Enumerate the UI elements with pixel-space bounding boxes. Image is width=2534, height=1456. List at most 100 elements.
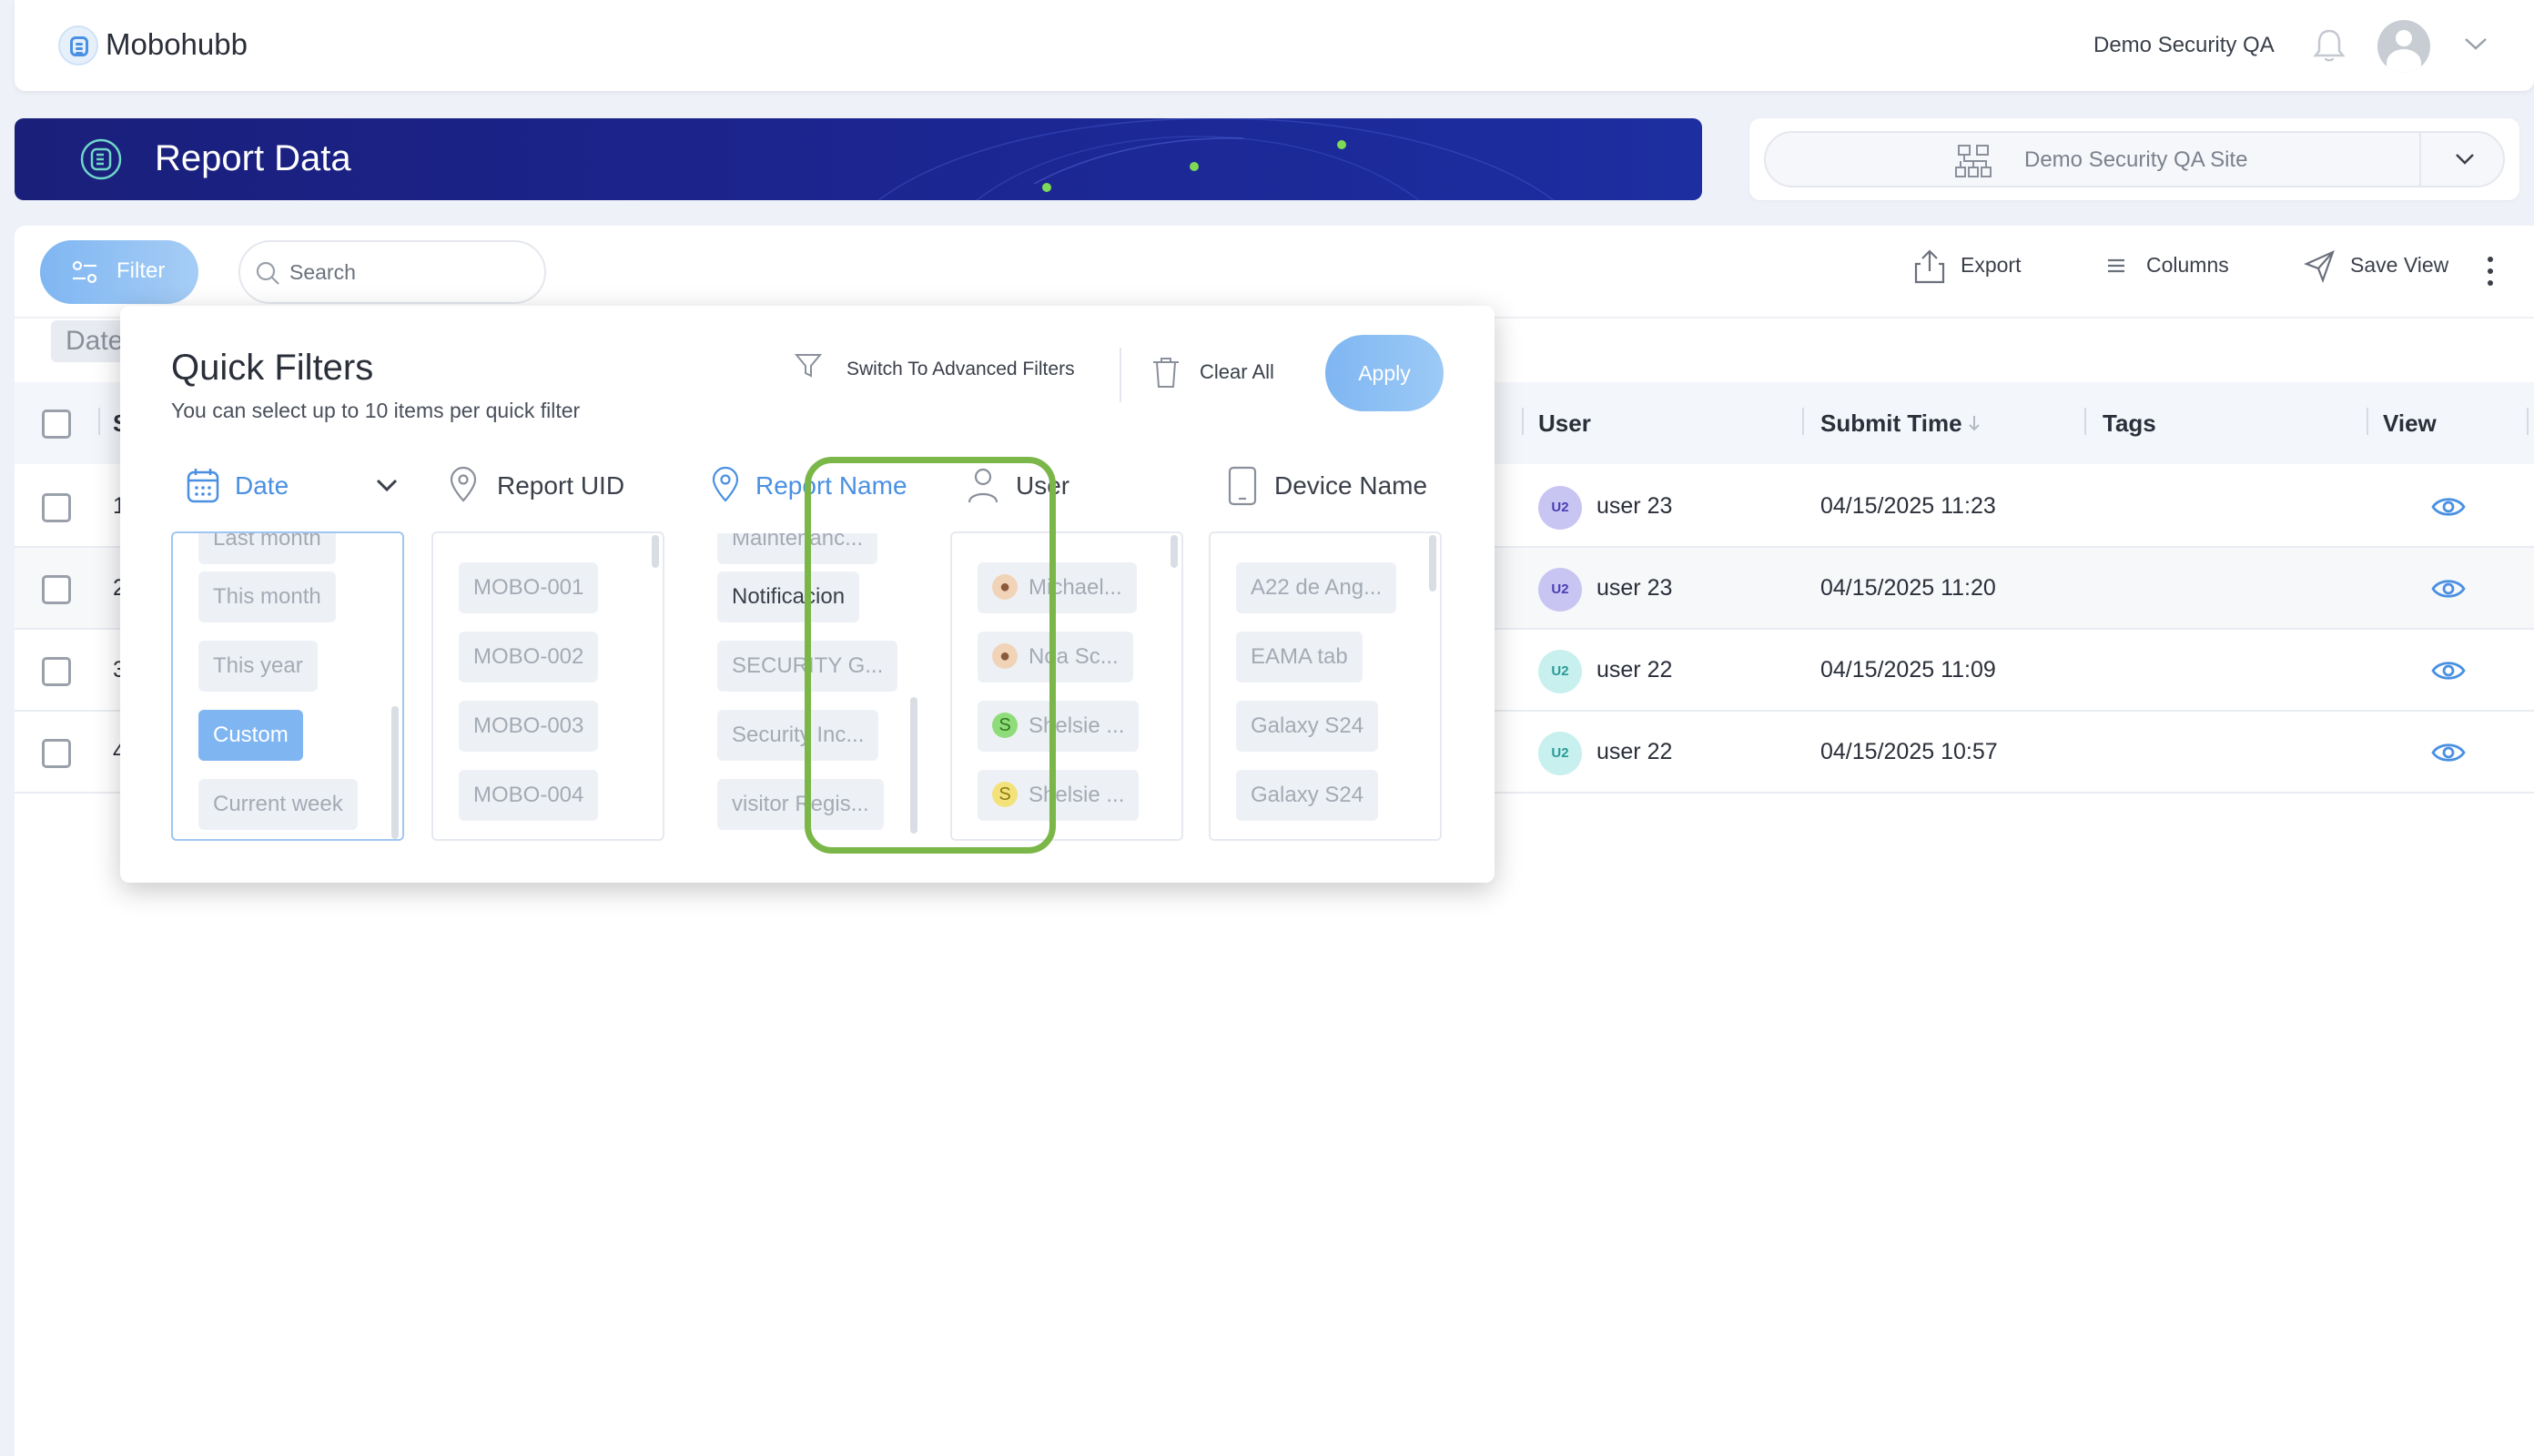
columns-button[interactable]: Columns (2146, 253, 2229, 278)
list-item-selected[interactable]: Custom (198, 710, 303, 761)
page-title: Report Data (155, 138, 351, 178)
quick-filters-title: Quick Filters (171, 348, 374, 388)
funnel-icon[interactable] (794, 351, 823, 380)
location-pin-icon (450, 466, 477, 502)
column-divider (98, 408, 100, 435)
column-header-submit-time[interactable]: Submit Time (1820, 410, 1962, 438)
list-item[interactable]: MOBO-001 (459, 562, 599, 613)
scrollbar[interactable] (1171, 535, 1178, 568)
row-checkbox[interactable] (42, 657, 71, 686)
bell-icon[interactable] (2312, 27, 2346, 64)
report-uid-filter-list[interactable]: MOBO-001 MOBO-002 MOBO-003 MOBO-004 (431, 531, 664, 841)
list-item[interactable]: EAMA tab (1236, 632, 1363, 682)
list-item[interactable]: This month (198, 571, 336, 622)
divider (1120, 348, 1121, 402)
row-checkbox[interactable] (42, 575, 71, 604)
list-item[interactable] (459, 839, 595, 841)
list-item[interactable]: MOBO-003 (459, 701, 599, 752)
chevron-down-icon[interactable] (2454, 151, 2476, 167)
user-cell: user 22 (1596, 657, 1673, 682)
list-item[interactable]: Last month (198, 533, 336, 564)
list-item[interactable]: Galaxy S24 (1236, 770, 1379, 821)
row-checkbox[interactable] (42, 739, 71, 768)
quick-filter-device-name-header[interactable]: Device Name (1227, 466, 1464, 506)
user-badge: U2 (1538, 568, 1582, 612)
date-filter-label: Date (235, 471, 289, 500)
row-checkbox[interactable] (42, 493, 71, 522)
scrollbar[interactable] (391, 706, 399, 839)
clear-all-button[interactable]: Clear All (1200, 360, 1274, 384)
list-item[interactable]: A22 de Ang... (1236, 562, 1397, 613)
submit-time-cell: 04/15/2025 11:09 (1820, 657, 1996, 682)
user-cell: user 23 (1596, 493, 1673, 519)
user-cell: user 23 (1596, 575, 1673, 601)
eye-icon[interactable] (2430, 491, 2467, 522)
location-pin-icon (712, 466, 739, 502)
select-all-checkbox[interactable] (42, 410, 71, 439)
sort-arrow-icon[interactable] (1968, 413, 1981, 433)
quick-filters-subtitle: You can select up to 10 items per quick … (171, 399, 581, 422)
user-badge: U2 (1538, 732, 1582, 775)
app-name: Mobohubb (106, 27, 248, 61)
column-divider (2367, 408, 2368, 435)
quick-filters-popover: Quick Filters You can select up to 10 it… (120, 306, 1495, 883)
account-name[interactable]: Demo Security QA (2093, 33, 2275, 58)
sitemap-icon (1955, 145, 1992, 177)
list-item[interactable]: Galaxy S24 (1236, 701, 1379, 752)
trash-icon[interactable] (1150, 355, 1181, 389)
user-cell: user 22 (1596, 739, 1673, 764)
column-divider (1522, 408, 1524, 435)
chevron-down-icon[interactable] (375, 477, 399, 493)
quick-filter-date-header[interactable]: Date (186, 466, 404, 506)
column-divider (1802, 408, 1804, 435)
eye-icon[interactable] (2430, 737, 2467, 768)
chevron-down-icon[interactable] (2463, 35, 2488, 53)
report-name-highlight (805, 457, 1056, 854)
user-badge: U2 (1538, 486, 1582, 530)
columns-icon[interactable] (2104, 248, 2128, 284)
switch-advanced-filters-link[interactable]: Switch To Advanced Filters (846, 359, 1075, 380)
user-badge: U2 (1538, 650, 1582, 693)
report-icon (80, 138, 122, 180)
report-uid-filter-label: Report UID (497, 471, 625, 500)
search-box (238, 240, 546, 304)
calendar-icon (187, 469, 219, 503)
quick-filter-report-uid-header[interactable]: Report UID (448, 466, 666, 506)
list-item[interactable]: Current week (198, 779, 358, 830)
filter-button-label: Filter (117, 258, 166, 283)
list-item[interactable] (1236, 839, 1309, 841)
site-selector-value: Demo Security QA Site (2024, 147, 2248, 172)
list-item[interactable]: MOBO-002 (459, 632, 599, 682)
divider (2419, 133, 2421, 186)
list-item[interactable]: MOBO-004 (459, 770, 599, 821)
page-banner: Report Data (15, 118, 1702, 200)
scrollbar[interactable] (652, 535, 659, 568)
tablet-icon (1228, 466, 1257, 506)
more-options-icon[interactable] (2487, 255, 2494, 288)
column-header-view[interactable]: View (2383, 410, 2437, 438)
site-selector[interactable]: Demo Security QA Site (1764, 131, 2505, 187)
export-icon[interactable] (1911, 248, 1948, 286)
list-item[interactable]: This year (198, 641, 318, 692)
site-selector-card: Demo Security QA Site (1749, 118, 2519, 200)
send-icon[interactable] (2303, 248, 2336, 284)
submit-time-cell: 04/15/2025 11:20 (1820, 575, 1996, 601)
device-name-filter-label: Device Name (1274, 471, 1428, 500)
filter-button[interactable]: Filter (40, 240, 198, 304)
date-filter-list[interactable]: Last month This month This year Custom C… (171, 531, 404, 841)
column-divider (2084, 408, 2086, 435)
apply-button[interactable]: Apply (1325, 335, 1444, 411)
avatar[interactable] (2377, 20, 2430, 73)
submit-time-cell: 04/15/2025 11:23 (1820, 493, 1996, 519)
search-icon (256, 261, 279, 285)
search-input[interactable] (289, 255, 535, 289)
scrollbar[interactable] (1429, 535, 1436, 592)
column-header-user[interactable]: User (1538, 410, 1591, 438)
submit-time-cell: 04/15/2025 10:57 (1820, 739, 1998, 764)
save-view-button[interactable]: Save View (2350, 253, 2448, 278)
export-button[interactable]: Export (1961, 253, 2021, 278)
column-header-tags[interactable]: Tags (2103, 410, 2156, 438)
device-name-filter-list[interactable]: A22 de Ang... EAMA tab Galaxy S24 Galaxy… (1209, 531, 1442, 841)
eye-icon[interactable] (2430, 655, 2467, 686)
eye-icon[interactable] (2430, 573, 2467, 604)
